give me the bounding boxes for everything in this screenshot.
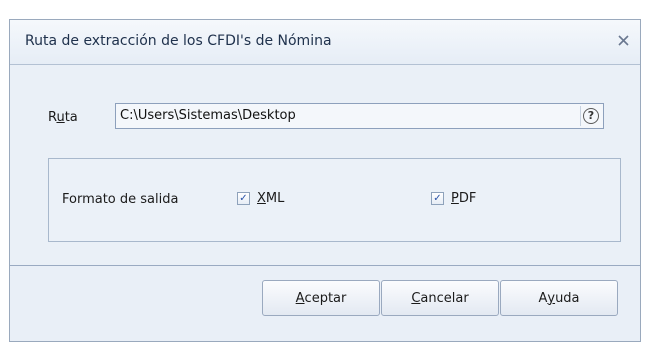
- pdf-label: PDF: [451, 191, 477, 206]
- ayuda-button[interactable]: Ay uda: [500, 280, 618, 316]
- dialog-body: Ruta C:\Users\Sistemas\Desktop ? Formato…: [10, 65, 640, 265]
- pdf-check-box[interactable]: ✓: [431, 192, 444, 205]
- ruta-value: C:\Users\Sistemas\Desktop: [120, 108, 296, 123]
- button-bar: Aceptar Cancelar Ay uda: [10, 266, 640, 341]
- cancelar-button[interactable]: Cancelar: [381, 280, 499, 316]
- close-icon: [617, 34, 629, 50]
- ruta-label: Ruta: [48, 110, 78, 125]
- xml-check-box[interactable]: ✓: [237, 192, 250, 205]
- close-button[interactable]: [612, 31, 634, 53]
- question-icon: ?: [583, 108, 599, 124]
- title-bar: Ruta de extracción de los CFDI's de Nómi…: [10, 20, 640, 65]
- formato-label: Formato de salida: [62, 192, 179, 207]
- aceptar-button[interactable]: Aceptar: [262, 280, 380, 316]
- ruta-input[interactable]: C:\Users\Sistemas\Desktop ?: [115, 103, 604, 129]
- help-button[interactable]: ?: [580, 106, 601, 126]
- ruta-extraccion-dialog: Ruta de extracción de los CFDI's de Nómi…: [9, 19, 641, 342]
- xml-label: XML: [257, 191, 285, 206]
- xml-checkbox[interactable]: ✓ XML: [237, 191, 284, 206]
- pdf-checkbox[interactable]: ✓ PDF: [431, 191, 476, 206]
- formato-group: Formato de salida ✓ XML ✓ PDF: [48, 158, 621, 242]
- window-title: Ruta de extracción de los CFDI's de Nómi…: [25, 33, 332, 49]
